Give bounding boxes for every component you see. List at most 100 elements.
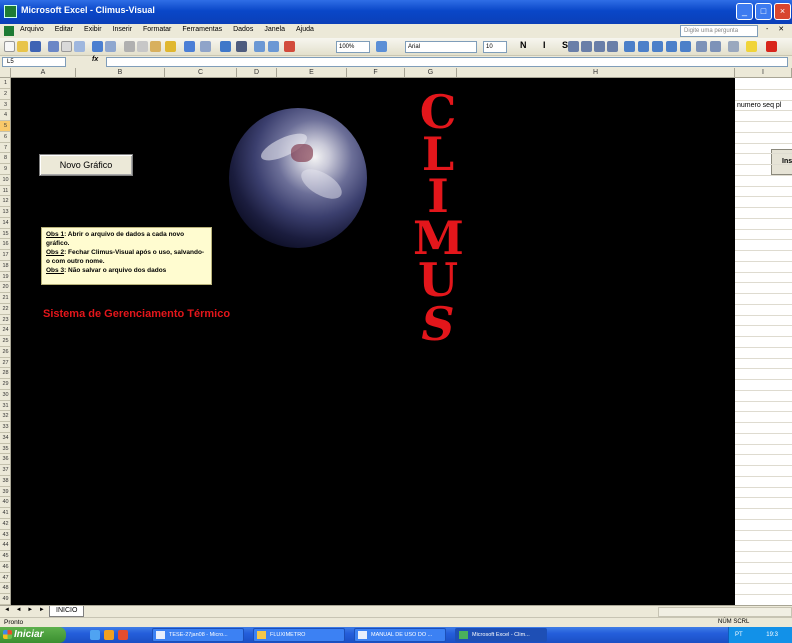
row-header[interactable]: 17 <box>0 250 10 261</box>
row-header[interactable]: 12 <box>0 196 10 208</box>
row-header[interactable]: 38 <box>0 476 10 487</box>
row-header[interactable]: 44 <box>0 540 10 552</box>
decrease-indent-icon[interactable] <box>696 41 707 52</box>
menu-item-arquivo[interactable]: Arquivo <box>20 26 44 33</box>
row-header[interactable]: 36 <box>0 454 10 466</box>
row-header[interactable]: 10 <box>0 175 10 186</box>
save-icon[interactable] <box>30 41 41 52</box>
row-header[interactable]: 31 <box>0 401 10 412</box>
taskbar-item-fluximetro[interactable]: FLUXIMETRO <box>253 628 345 642</box>
hyperlink-icon[interactable] <box>220 41 231 52</box>
increase-indent-icon[interactable] <box>710 41 721 52</box>
column-i-cells[interactable]: numero seq pl Ins <box>735 78 792 605</box>
decrease-decimal-icon[interactable] <box>680 41 691 52</box>
row-header[interactable]: 24 <box>0 325 10 337</box>
start-button[interactable]: Iniciar <box>0 627 66 643</box>
name-box[interactable]: L5 <box>2 57 66 67</box>
menu-item-ajuda[interactable]: Ajuda <box>296 26 314 33</box>
column-header[interactable]: H <box>457 68 735 78</box>
row-header[interactable]: 46 <box>0 562 10 573</box>
new-icon[interactable] <box>4 41 15 52</box>
quicklaunch-browser-icon[interactable] <box>104 630 114 640</box>
row-header[interactable]: 32 <box>0 411 10 423</box>
sort-ascending-icon[interactable] <box>254 41 265 52</box>
row-header[interactable]: 33 <box>0 422 10 433</box>
research-icon[interactable] <box>105 41 116 52</box>
row-header[interactable]: 39 <box>0 487 10 498</box>
print-preview-icon[interactable] <box>74 41 85 52</box>
row-header[interactable]: 40 <box>0 497 10 509</box>
row-header[interactable]: 14 <box>0 218 10 229</box>
font-name-select[interactable]: Arial <box>405 41 477 53</box>
row-header[interactable]: 22 <box>0 304 10 315</box>
row-header[interactable]: 30 <box>0 390 10 401</box>
taskbar-item-excel[interactable]: Microsoft Excel - Clim... <box>455 628 547 642</box>
zoom-select[interactable]: 100% <box>336 41 370 53</box>
row-header[interactable]: 45 <box>0 551 10 562</box>
tab-inicio[interactable]: INICIO <box>49 606 85 617</box>
row-header[interactable]: 13 <box>0 207 10 218</box>
sort-descending-icon[interactable] <box>268 41 279 52</box>
chart-wizard-icon[interactable] <box>284 41 295 52</box>
column-header[interactable]: F <box>347 68 405 78</box>
align-left-icon[interactable] <box>568 41 579 52</box>
maximize-button[interactable]: □ <box>755 3 772 20</box>
row-header[interactable]: 6 <box>0 132 10 143</box>
undo-icon[interactable] <box>184 41 195 52</box>
worksheet-area[interactable]: Novo Gráfico Obs 1: Abrir o arquivo de d… <box>11 78 735 605</box>
row-header[interactable]: 1 <box>0 78 10 89</box>
fill-color-icon[interactable] <box>746 41 757 52</box>
currency-icon[interactable] <box>624 41 635 52</box>
column-header[interactable]: A <box>11 68 76 78</box>
row-header[interactable]: 34 <box>0 433 10 444</box>
menu-item-janela[interactable]: Janela <box>264 26 285 33</box>
minimize-button[interactable]: _ <box>736 3 753 20</box>
row-header[interactable]: 26 <box>0 347 10 358</box>
row-header[interactable]: 2 <box>0 89 10 100</box>
column-header[interactable]: D <box>237 68 277 78</box>
tray-language[interactable]: PT <box>735 632 743 638</box>
print-icon[interactable] <box>61 41 72 52</box>
merge-center-icon[interactable] <box>607 41 618 52</box>
borders-icon[interactable] <box>728 41 739 52</box>
menu-item-ferramentas[interactable]: Ferramentas <box>182 26 222 33</box>
row-header[interactable]: 9 <box>0 164 10 175</box>
align-right-icon[interactable] <box>594 41 605 52</box>
row-header[interactable]: 7 <box>0 143 10 154</box>
row-header[interactable]: 11 <box>0 186 10 197</box>
menu-item-dados[interactable]: Dados <box>233 26 253 33</box>
row-header[interactable]: 23 <box>0 315 10 326</box>
menu-item-inserir[interactable]: Inserir <box>113 26 132 33</box>
spelling-icon[interactable] <box>92 41 103 52</box>
menu-item-exibir[interactable]: Exibir <box>84 26 102 33</box>
horizontal-scrollbar[interactable] <box>658 607 792 617</box>
copy-icon[interactable] <box>137 41 148 52</box>
help-icon[interactable] <box>376 41 387 52</box>
row-header[interactable]: 48 <box>0 583 10 595</box>
row-header[interactable]: 35 <box>0 444 10 455</box>
column-header[interactable]: C <box>165 68 237 78</box>
row-header[interactable]: 43 <box>0 530 10 541</box>
open-icon[interactable] <box>17 41 28 52</box>
permission-icon[interactable] <box>48 41 59 52</box>
cut-icon[interactable] <box>124 41 135 52</box>
font-color-icon[interactable] <box>766 41 777 52</box>
workbook-icon[interactable] <box>4 26 14 36</box>
mdi-controls[interactable]: - ✕ <box>766 25 788 33</box>
insert-function-icon[interactable]: fx <box>92 56 98 63</box>
tray-clock[interactable]: 19:3 <box>766 632 778 638</box>
taskbar-item-tese[interactable]: TESE-27jan08 - Micro... <box>152 628 244 642</box>
row-header[interactable]: 19 <box>0 272 10 283</box>
row-header[interactable]: 21 <box>0 293 10 304</box>
row-header[interactable]: 41 <box>0 508 10 519</box>
paste-icon[interactable] <box>150 41 161 52</box>
font-size-select[interactable]: 10 <box>483 41 507 53</box>
redo-icon[interactable] <box>200 41 211 52</box>
close-button[interactable]: × <box>774 3 791 20</box>
column-header[interactable]: B <box>76 68 165 78</box>
taskbar-item-manual[interactable]: MANUAL DE USO DO ... <box>354 628 446 642</box>
comma-style-icon[interactable] <box>652 41 663 52</box>
row-header[interactable]: 3 <box>0 100 10 111</box>
increase-decimal-icon[interactable] <box>666 41 677 52</box>
row-header[interactable]: 5 <box>0 121 10 132</box>
